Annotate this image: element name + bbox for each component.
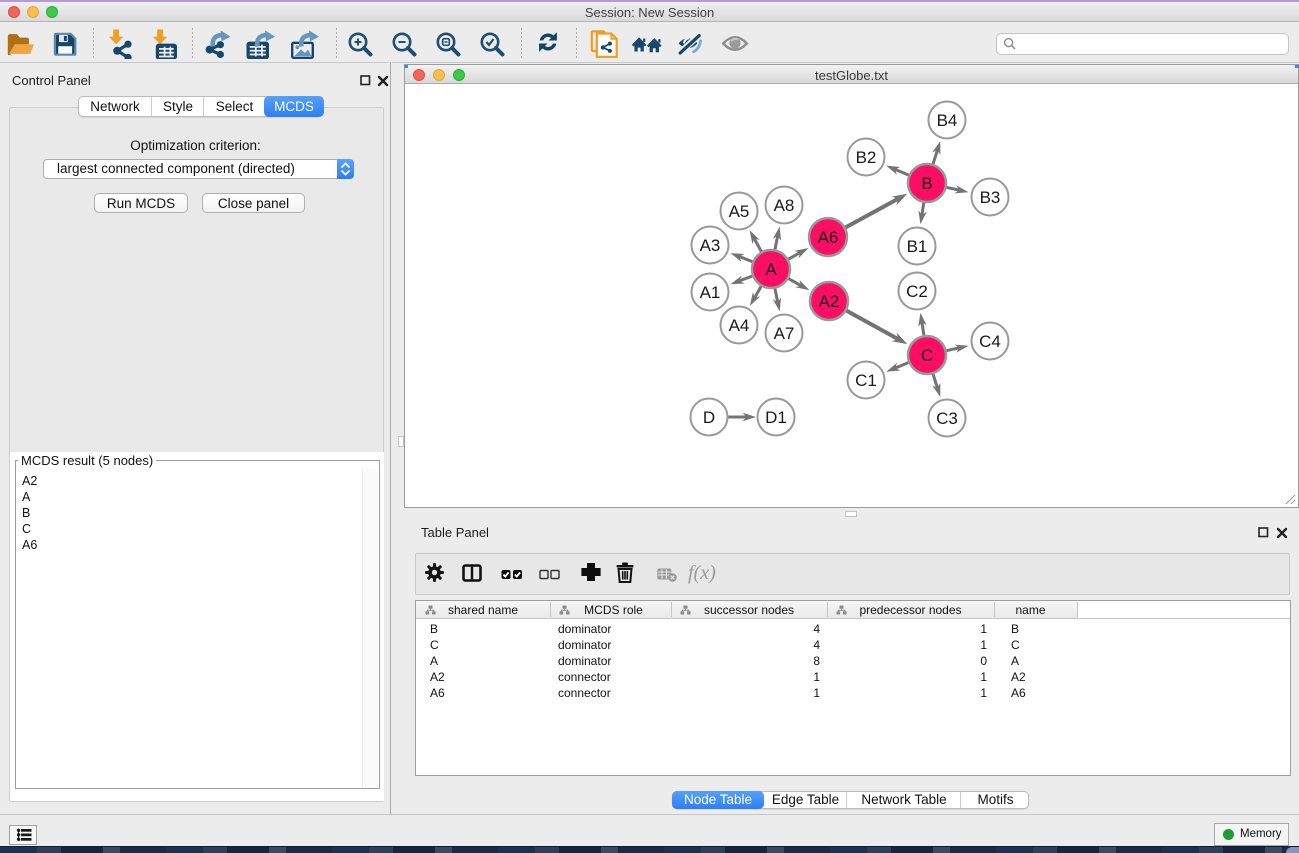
svg-text:C: C xyxy=(921,346,933,365)
svg-text:A1: A1 xyxy=(700,283,721,302)
svg-text:A: A xyxy=(765,260,777,279)
svg-text:B2: B2 xyxy=(856,148,877,167)
svg-text:C2: C2 xyxy=(906,282,928,301)
svg-text:D: D xyxy=(703,408,715,427)
svg-text:C3: C3 xyxy=(936,409,958,428)
svg-text:B3: B3 xyxy=(980,188,1001,207)
svg-text:C1: C1 xyxy=(855,371,877,390)
svg-text:A3: A3 xyxy=(700,236,721,255)
svg-text:B1: B1 xyxy=(907,237,928,256)
svg-text:A2: A2 xyxy=(819,292,840,311)
svg-text:C4: C4 xyxy=(979,332,1001,351)
svg-text:D1: D1 xyxy=(765,408,787,427)
svg-text:B: B xyxy=(921,174,932,193)
svg-text:A7: A7 xyxy=(774,324,795,343)
svg-text:A6: A6 xyxy=(818,228,839,247)
svg-text:A4: A4 xyxy=(729,316,750,335)
svg-text:A8: A8 xyxy=(774,196,795,215)
svg-text:A5: A5 xyxy=(729,202,750,221)
svg-text:B4: B4 xyxy=(937,111,958,130)
